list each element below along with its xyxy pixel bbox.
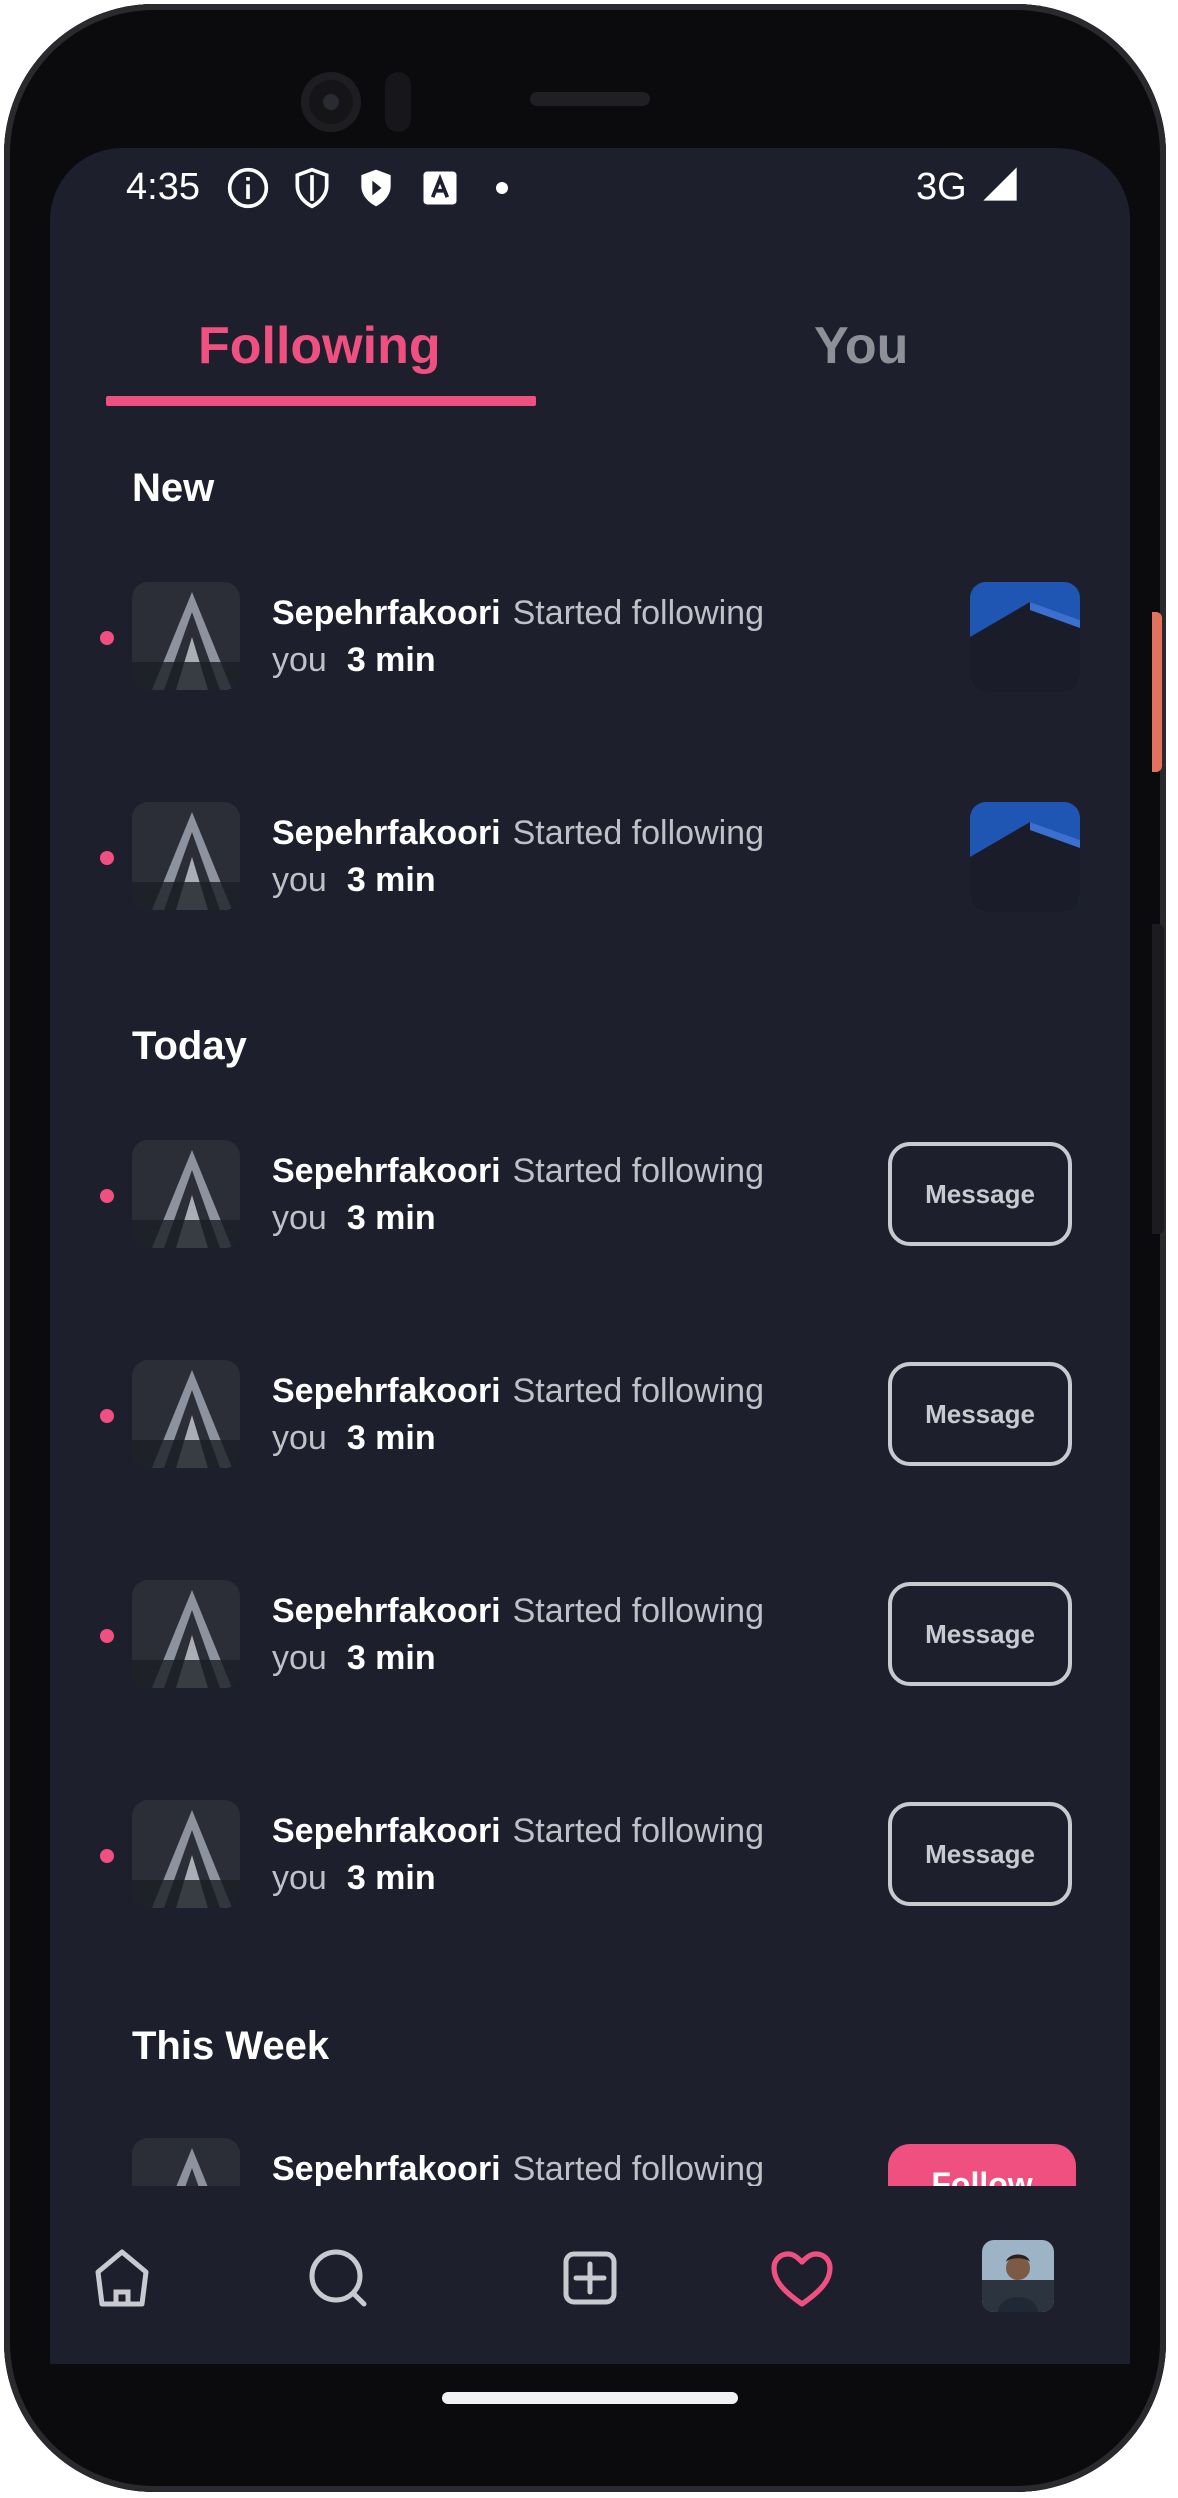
username[interactable]: Sepehrfakoori (272, 2150, 501, 2186)
message-button[interactable]: Message (888, 1362, 1072, 1466)
bottom-navigation (50, 2186, 1130, 2364)
notification-item[interactable]: Sepehrfakoori Started following you 3 min (50, 796, 1130, 916)
app-screen: 4:35 3G Following You New Sepehrfakoori … (50, 148, 1130, 2364)
network-type: 3G (916, 166, 967, 208)
status-bar: 4:35 3G (50, 148, 1130, 228)
home-indicator[interactable] (442, 2392, 738, 2404)
time-ago: 3 min (346, 1419, 436, 1457)
active-tab-indicator (106, 396, 536, 406)
volume-button (1152, 924, 1164, 1234)
notification-item[interactable]: Sepehrfakoori Started following you 3 min … (50, 1134, 1130, 1254)
notification-text: Sepehrfakoori Started following (272, 2146, 812, 2186)
notification-text: Sepehrfakoori Started following you 3 min (272, 810, 812, 904)
notification-item[interactable]: Sepehrfakoori Started following you 3 min … (50, 1574, 1130, 1694)
home-icon (95, 2249, 149, 2307)
follow-button[interactable]: Follow (888, 2144, 1076, 2186)
notification-item[interactable]: Sepehrfakoori Started following you 3 min … (50, 1794, 1130, 1914)
earpiece-speaker (530, 92, 650, 106)
post-thumbnail[interactable] (970, 582, 1080, 692)
notification-text: Sepehrfakoori Started following you 3 min (272, 1588, 812, 1682)
nav-search[interactable] (298, 2238, 378, 2318)
front-camera (301, 72, 361, 132)
time-ago: 3 min (346, 1199, 436, 1237)
phone-frame: 4:35 3G Following You New Sepehrfakoori … (4, 4, 1166, 2492)
unread-dot (100, 1189, 114, 1203)
avatar[interactable] (132, 2138, 240, 2186)
notification-item[interactable]: Sepehrfakoori Started following Follow (50, 2132, 1130, 2186)
time-ago: 3 min (346, 861, 436, 899)
unread-dot (100, 1409, 114, 1423)
unread-dot (100, 1629, 114, 1643)
avatar[interactable] (132, 1140, 240, 1248)
message-button[interactable]: Message (888, 1802, 1072, 1906)
nav-home[interactable] (82, 2238, 162, 2318)
notification-item[interactable]: Sepehrfakoori Started following you 3 min (50, 576, 1130, 696)
message-button[interactable]: Message (888, 1582, 1072, 1686)
notification-item[interactable]: Sepehrfakoori Started following you 3 min … (50, 1354, 1130, 1474)
time-ago: 3 min (346, 1859, 436, 1897)
tab-bar: Following You (50, 244, 1130, 414)
dot-icon (496, 182, 508, 194)
username[interactable]: Sepehrfakoori (272, 1372, 501, 1410)
search-icon (309, 2249, 367, 2307)
text-a-icon (423, 171, 457, 205)
username[interactable]: Sepehrfakoori (272, 814, 501, 852)
avatar[interactable] (132, 1580, 240, 1688)
username[interactable]: Sepehrfakoori (272, 1812, 501, 1850)
unread-dot (100, 1849, 114, 1863)
post-thumbnail[interactable] (970, 802, 1080, 912)
username[interactable]: Sepehrfakoori (272, 594, 501, 632)
unread-dot (100, 851, 114, 865)
play-shield-icon (361, 169, 391, 207)
add-icon (563, 2251, 617, 2305)
message-button[interactable]: Message (888, 1142, 1072, 1246)
status-icons (226, 166, 508, 210)
notification-text: Sepehrfakoori Started following you 3 min (272, 1368, 812, 1462)
shield-icon (295, 167, 329, 209)
signal-icon (983, 167, 1017, 201)
info-icon (227, 167, 269, 209)
notifications-feed[interactable]: 4:35 3G Following You New Sepehrfakoori … (50, 148, 1130, 2186)
username[interactable]: Sepehrfakoori (272, 1152, 501, 1190)
avatar[interactable] (132, 1360, 240, 1468)
nav-add[interactable] (550, 2238, 630, 2318)
section-title-new: New (132, 466, 215, 510)
avatar[interactable] (132, 802, 240, 910)
time-ago: 3 min (346, 1639, 436, 1677)
unread-dot (100, 631, 114, 645)
time-ago: 3 min (346, 641, 436, 679)
notification-text: Sepehrfakoori Started following you 3 min (272, 1808, 812, 1902)
power-button (1152, 612, 1162, 772)
nav-activity[interactable] (762, 2238, 842, 2318)
status-time: 4:35 (126, 166, 200, 208)
section-title-this-week: This Week (132, 2024, 330, 2068)
action-text: Started following (512, 2150, 764, 2186)
section-title-today: Today (132, 1024, 247, 1068)
username[interactable]: Sepehrfakoori (272, 1592, 501, 1630)
avatar[interactable] (132, 1800, 240, 1908)
notification-text: Sepehrfakoori Started following you 3 min (272, 590, 812, 684)
avatar[interactable] (132, 582, 240, 690)
tab-you[interactable]: You (814, 316, 908, 376)
tab-following[interactable]: Following (198, 316, 441, 376)
proximity-sensor (385, 72, 411, 132)
heart-icon (771, 2251, 833, 2307)
profile-avatar[interactable] (982, 2240, 1054, 2312)
notification-text: Sepehrfakoori Started following you 3 min (272, 1148, 812, 1242)
